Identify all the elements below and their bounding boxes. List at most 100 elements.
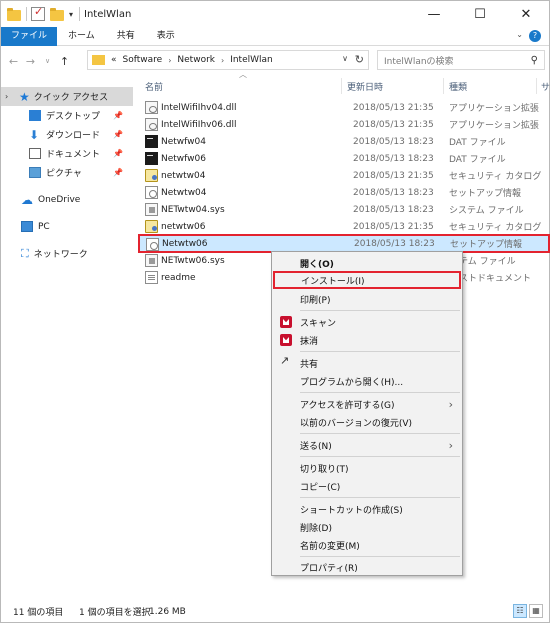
menu-item-cut[interactable]: 切り取り(T) [272,459,462,477]
file-name: Netwfw04 [161,136,206,147]
menu-separator [300,456,460,457]
chevron-right-icon[interactable]: › [168,56,171,65]
file-name: netwtw04 [161,170,206,181]
sys-icon [145,254,158,267]
search-input[interactable]: IntelWlanの検索 ⚲ [377,50,545,70]
file-type: テム ファイル [459,257,516,267]
maximize-button[interactable]: ☐ [457,1,503,27]
cloud-icon: ☁ [21,192,33,207]
menu-item-open[interactable]: 開く(O) [272,254,462,272]
file-row[interactable]: NETwtw04.sys 2018/05/13 18:23 システム ファイル [141,201,550,218]
file-name: Netwfw06 [161,153,206,164]
column-name[interactable]: 名前 [145,80,163,93]
file-type: アプリケーション拡張 [449,121,539,131]
dat-icon [145,135,158,148]
breadcrumb-intelwlan[interactable]: IntelWlan [230,55,273,65]
new-folder-icon[interactable] [50,7,64,21]
menu-separator [300,310,460,311]
nav-downloads[interactable]: ⬇ ダウンロード 📌 [1,125,133,144]
column-divider[interactable] [443,78,444,94]
quick-access-toolbar: ▾ IntelWlan [7,5,131,21]
address-bar[interactable]: « Software › Network › IntelWlan ∨ ↻ [87,50,369,70]
nav-onedrive[interactable]: ☁ OneDrive [1,190,133,209]
tab-share[interactable]: 共有 [106,27,146,46]
menu-item-create-shortcut[interactable]: ショートカットの作成(S) [272,500,462,518]
menu-item-give-access[interactable]: アクセスを許可する(G) › [272,395,462,413]
large-icons-view-icon[interactable]: ▦ [529,604,543,618]
help-icon[interactable]: ? [529,30,541,42]
nav-desktop[interactable]: デスクトップ 📌 [1,106,133,125]
chevron-right-icon[interactable]: › [221,56,224,65]
file-row[interactable]: IntelWifiIhv04.dll 2018/05/13 21:35 アプリケ… [141,99,550,116]
nav-pc[interactable]: PC [1,217,133,236]
column-divider[interactable] [341,78,342,94]
inf-icon [145,186,158,199]
file-row[interactable]: Netwtw04 2018/05/13 18:23 セットアップ情報 [141,184,550,201]
menu-item-erase[interactable]: 抹消 [272,331,462,349]
search-icon[interactable]: ⚲ [531,55,538,66]
menu-item-open-with[interactable]: プログラムから開く(H)... [272,372,462,390]
nav-quick-access[interactable]: › ★ クイック アクセス [1,87,133,106]
file-row[interactable]: IntelWifiIhv06.dll 2018/05/13 21:35 アプリケ… [141,116,550,133]
menu-item-share[interactable]: 共有 [272,354,462,372]
file-type: システム ファイル [449,206,524,216]
address-dropdown-chevron-icon[interactable]: ∨ [342,54,348,63]
back-arrow-icon[interactable]: ← [5,55,22,68]
file-date: 2018/05/13 21:35 [353,221,434,232]
menu-separator [300,351,460,352]
expand-ribbon-chevron-icon[interactable]: ⌄ [516,30,523,39]
menu-item-properties[interactable]: プロパティ(R) [272,558,462,576]
file-type: セットアップ情報 [449,189,522,199]
menu-item-delete[interactable]: 削除(D) [272,518,462,536]
file-row[interactable]: Netwfw04 2018/05/13 18:23 DAT ファイル [141,133,550,150]
column-size[interactable]: サ [541,80,550,93]
menu-item-install[interactable]: インストール(I) [273,271,461,289]
nav-pictures[interactable]: ピクチャ 📌 [1,163,133,182]
up-arrow-icon[interactable]: ↑ [56,55,73,68]
explorer-window: ▾ IntelWlan — ☐ ✕ ファイル ホーム 共有 表示 ⌄ ? ← →… [0,0,550,623]
sort-ascending-icon: ︿ [239,70,247,79]
menu-item-send-to[interactable]: 送る(N) › [272,436,462,454]
menu-label: 共有 [300,359,319,370]
breadcrumb-network[interactable]: Network [177,55,215,65]
forward-arrow-icon[interactable]: → [22,55,39,68]
file-date: 2018/05/13 21:35 [353,119,434,130]
nav-network[interactable]: ⛶ ネットワーク [1,244,133,263]
tab-file[interactable]: ファイル [1,26,58,46]
tab-home[interactable]: ホーム [57,27,106,46]
folder-icon [92,55,105,65]
nav-label: ドキュメント [46,150,101,160]
menu-item-rename[interactable]: 名前の変更(M) [272,536,462,554]
column-date[interactable]: 更新日時 [347,80,383,93]
nav-documents[interactable]: ドキュメント 📌 [1,144,133,163]
recent-locations-chevron-icon[interactable]: ∨ [39,57,56,65]
customize-toolbar-chevron-icon[interactable]: ▾ [69,10,73,19]
file-date: 2018/05/13 21:35 [353,170,434,181]
catalog-icon [145,169,158,182]
toolbar-separator [79,7,81,21]
menu-label: ショートカットの作成(S) [300,505,403,516]
tab-view[interactable]: 表示 [146,27,186,46]
nav-label: PC [38,221,50,232]
menu-item-print[interactable]: 印刷(P) [272,290,462,308]
menu-item-copy[interactable]: コピー(C) [272,477,462,495]
refresh-icon[interactable]: ↻ [355,53,364,66]
column-type[interactable]: 種類 [449,80,467,93]
column-divider[interactable] [536,78,537,94]
minimize-button[interactable]: — [411,1,457,27]
file-name: netwtw06 [161,221,206,232]
file-row[interactable]: Netwfw06 2018/05/13 18:23 DAT ファイル [141,150,550,167]
properties-check-icon[interactable] [31,5,45,21]
file-row[interactable]: netwtw06 2018/05/13 21:35 セキュリティ カタログ [141,218,550,235]
breadcrumb-overflow[interactable]: « [111,55,117,65]
menu-label: 切り取り(T) [300,464,349,475]
details-view-icon[interactable]: ☷ [513,604,527,618]
menu-item-scan[interactable]: スキャン [272,313,462,331]
close-button[interactable]: ✕ [503,1,549,27]
file-row[interactable]: netwtw04 2018/05/13 21:35 セキュリティ カタログ [141,167,550,184]
file-name: IntelWifiIhv04.dll [161,102,237,113]
breadcrumb-software[interactable]: Software [123,55,163,65]
file-date: 2018/05/13 18:23 [353,136,434,147]
expand-chevron-icon[interactable]: › [5,92,15,101]
menu-item-restore-versions[interactable]: 以前のバージョンの復元(V) [272,413,462,431]
